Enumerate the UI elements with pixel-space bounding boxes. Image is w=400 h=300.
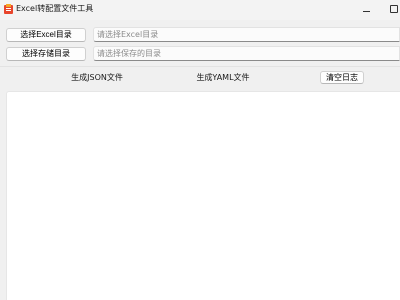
- generate-json-button[interactable]: 生成JSON文件: [68, 71, 126, 84]
- title-bar[interactable]: Excel转配置文件工具: [0, 0, 400, 20]
- maximize-button[interactable]: [386, 2, 400, 16]
- app-icon: [4, 4, 13, 14]
- divider: [0, 66, 400, 67]
- window-title: Excel转配置文件工具: [16, 4, 94, 13]
- select-excel-dir-button[interactable]: 选择Excel目录: [6, 28, 86, 42]
- select-save-dir-button[interactable]: 选择存储目录: [6, 47, 86, 61]
- excel-dir-input[interactable]: [93, 27, 400, 42]
- app-window: Excel转配置文件工具 选择Excel目录 选择存储目录 生成JSON文件 生…: [0, 0, 400, 300]
- log-output[interactable]: [6, 91, 400, 300]
- minimize-button[interactable]: [358, 2, 374, 16]
- generate-yaml-button[interactable]: 生成YAML文件: [194, 71, 252, 84]
- save-dir-input[interactable]: [93, 46, 400, 61]
- clear-log-button[interactable]: 清空日志: [320, 71, 364, 84]
